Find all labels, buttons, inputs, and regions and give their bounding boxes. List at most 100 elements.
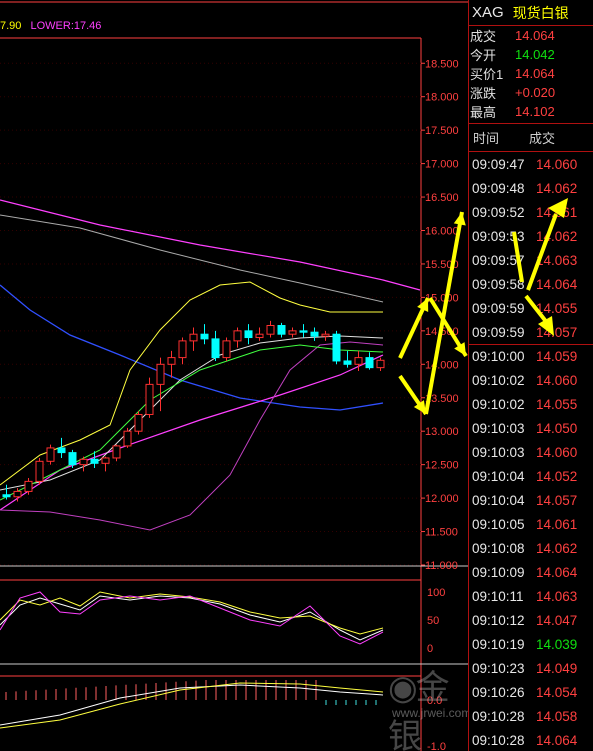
tick-row: 09:10:12 14.047 <box>469 608 593 632</box>
quote-value: 14.102 <box>515 104 555 119</box>
candle-body <box>57 447 66 454</box>
tick-price: 14.058 <box>536 708 578 724</box>
tick-time: 09:09:53 <box>472 228 525 244</box>
tick-price: 14.055 <box>536 396 578 412</box>
quote-label: 涨跌 <box>470 86 497 101</box>
tick-time: 09:10:05 <box>472 516 525 532</box>
symbol-name: 现货白银 <box>512 4 569 21</box>
quote-summary: 成交 14.064 今开 14.042 买价1 14.064 涨跌 +0.020 最高 14.10… <box>469 26 593 124</box>
candle <box>365 352 374 370</box>
candle-body <box>79 458 88 466</box>
tick-time: 09:10:28 <box>472 708 525 724</box>
tick-header-time: 时间 <box>473 131 500 146</box>
tick-row: 09:09:59 14.057 <box>469 320 593 344</box>
candle <box>79 456 88 472</box>
tick-time: 09:10:04 <box>472 492 525 508</box>
tick-price: 14.061 <box>536 204 578 220</box>
axis-label: 11.000 <box>425 560 458 572</box>
tick-time: 09:09:59 <box>472 300 525 316</box>
kdj-axis-label: 0 <box>427 643 433 655</box>
tick-row: 09:09:57 14.063 <box>469 248 593 272</box>
indicator-legend: 7.90 LOWER:17.46 <box>0 20 101 32</box>
ma-blue <box>0 284 384 411</box>
candle-body <box>167 357 176 365</box>
tick-time: 09:10:11 <box>472 588 524 604</box>
tick-time: 09:10:03 <box>472 420 525 436</box>
tick-price: 14.064 <box>536 276 578 292</box>
axis-label: 18.000 <box>425 92 459 104</box>
tick-row: 09:10:03 14.050 <box>469 416 593 440</box>
candle-body <box>46 447 55 462</box>
kdj-j <box>0 591 384 645</box>
tick-row: 09:09:58 14.064 <box>469 272 593 296</box>
arrow-shaft <box>424 211 464 415</box>
tick-price: 14.059 <box>536 349 578 364</box>
tick-row: 09:09:52 14.061 <box>469 200 593 224</box>
tick-row: 09:09:48 14.062 <box>469 176 593 200</box>
axis-label: 13.000 <box>425 426 459 438</box>
indicator-lines <box>0 199 421 729</box>
tick-price: 14.057 <box>536 324 578 340</box>
tick-row: 09:10:00 14.059 <box>469 344 593 368</box>
candle-body <box>35 460 44 482</box>
tick-row: 09:09:53 14.062 <box>469 224 593 248</box>
tick-time: 09:09:59 <box>472 324 525 340</box>
candle-body <box>211 338 220 359</box>
candle <box>46 444 55 465</box>
kline-chart[interactable]: 18.50018.00017.50017.00016.50016.00015.5… <box>0 0 468 751</box>
candle-body <box>266 324 275 335</box>
tick-time: 09:10:19 <box>472 636 525 652</box>
candle-body <box>13 490 22 498</box>
candle <box>244 324 253 345</box>
candle-body <box>354 357 363 365</box>
quote-value: 14.064 <box>515 66 555 81</box>
tick-price: 14.039 <box>536 636 578 652</box>
tick-time: 09:10:02 <box>472 396 525 412</box>
tick-price: 14.047 <box>536 612 578 628</box>
indicator-lower: LOWER:17.46 <box>30 20 102 32</box>
tick-row: 09:10:26 14.054 <box>469 680 593 704</box>
quote-value: +0.020 <box>515 85 556 100</box>
candle <box>233 327 242 348</box>
candle-body <box>343 360 352 365</box>
tick-list[interactable]: 09:09:47 14.060 09:09:48 14.062 09:09:52 14.0… <box>469 152 593 751</box>
candle-body <box>156 363 165 385</box>
tick-row: 09:10:05 14.061 <box>469 512 593 536</box>
candle <box>178 337 187 365</box>
candle <box>376 357 385 371</box>
tick-row: 09:10:23 14.049 <box>469 656 593 680</box>
candle <box>310 327 319 341</box>
candle-body <box>68 452 77 466</box>
tick-time: 09:10:08 <box>472 540 525 556</box>
tick-time: 09:10:04 <box>472 468 525 484</box>
candle-body <box>310 331 319 337</box>
candle <box>266 320 275 338</box>
tick-time: 09:09:57 <box>472 252 525 268</box>
boll-lower <box>0 341 384 531</box>
annotation-arrow <box>398 297 430 359</box>
candle-body <box>90 458 99 464</box>
candle-body <box>222 340 231 359</box>
tick-row: 09:10:11 14.063 <box>469 584 593 608</box>
tick-row: 09:10:02 14.060 <box>469 368 593 392</box>
tick-row: 09:10:28 14.058 <box>469 704 593 728</box>
candle-body <box>134 413 143 432</box>
tick-time: 09:10:03 <box>472 444 525 460</box>
macd-axis-label: 0.0 <box>427 695 442 707</box>
candle <box>101 456 110 472</box>
macd-dea <box>0 682 384 729</box>
candle <box>156 357 165 412</box>
tick-row: 09:10:09 14.064 <box>469 560 593 584</box>
tick-price: 14.063 <box>536 252 578 268</box>
candle-body <box>200 333 209 340</box>
tick-header: 时间 成交 <box>469 124 593 152</box>
tick-time: 09:10:26 <box>472 684 525 700</box>
candle <box>332 330 341 365</box>
tick-time: 09:10:28 <box>472 732 525 748</box>
candle <box>321 330 330 341</box>
tick-price: 14.062 <box>536 180 578 196</box>
tick-row: 09:09:47 14.060 <box>469 152 593 176</box>
candle-body <box>321 333 330 337</box>
candle <box>35 457 44 485</box>
symbol-header[interactable]: XAG 现货白银 <box>469 0 593 26</box>
